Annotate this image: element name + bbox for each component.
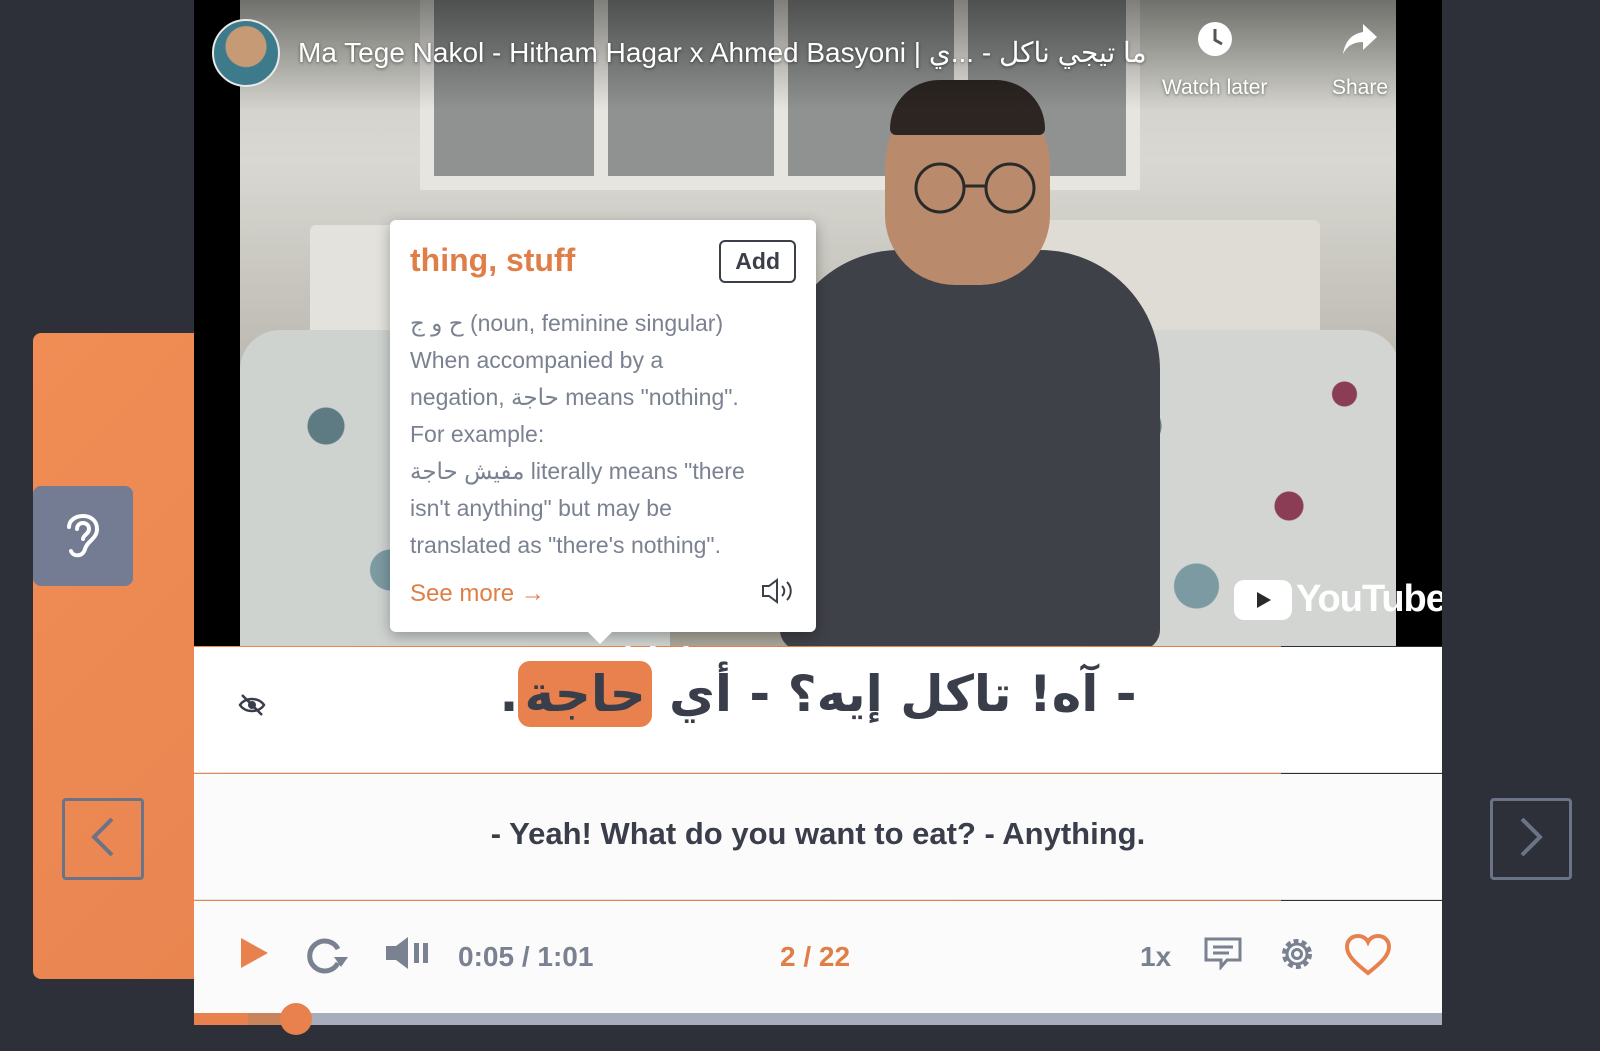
ear-icon: [61, 507, 105, 566]
listening-mode-button[interactable]: [33, 486, 133, 586]
volume-button[interactable]: [384, 935, 430, 975]
chevron-left-icon: [88, 815, 118, 864]
glasses: [914, 162, 1036, 214]
share-arrow-icon: [1341, 20, 1379, 64]
replay-button[interactable]: [304, 935, 348, 979]
see-more-link[interactable]: See more →: [410, 580, 545, 608]
definition-line: ح و ج (noun, feminine singular): [410, 310, 724, 336]
next-line-button[interactable]: [1490, 798, 1572, 880]
english-translation: - Yeah! What do you want to eat? - Anyth…: [490, 816, 1146, 851]
watch-later-label: Watch later: [1162, 76, 1268, 99]
definition-line: isn't anything" but may be: [410, 495, 672, 521]
video-player[interactable]: Ma Tege Nakol - Hitham Hagar x Ahmed Bas…: [194, 0, 1442, 646]
person: [780, 250, 1160, 646]
heart-icon: [1344, 933, 1392, 981]
arabic-subtitle: - آه! تاكل إيه؟ - أي حاجة.: [194, 661, 1442, 727]
watch-later-button[interactable]: Watch later: [1162, 20, 1267, 100]
arabic-subtitle-text[interactable]: - آه! تاكل إيه؟ - أي: [652, 665, 1136, 723]
progress-bar[interactable]: [194, 1003, 1442, 1035]
definition-line: مفيش حاجة literally means "there: [410, 458, 745, 484]
word-definition-popup: thing, stuff Add ح و ج (noun, feminine s…: [390, 220, 816, 644]
player-controls: 0:05 / 1:01 2 / 22 1x: [194, 901, 1442, 1013]
channel-avatar[interactable]: [212, 19, 280, 87]
time-display: 0:05 / 1:01: [458, 941, 594, 972]
youtube-play-icon: [1234, 579, 1292, 620]
add-word-button[interactable]: Add: [719, 240, 796, 283]
chevron-right-icon: [1516, 815, 1546, 864]
definition-line: translated as "there's nothing".: [410, 532, 721, 558]
definition-line: For example:: [410, 421, 545, 447]
subtitles-button[interactable]: [1202, 935, 1244, 975]
definition-line: When accompanied by a: [410, 347, 664, 373]
subtitles-icon: [1203, 936, 1243, 975]
definition-line: negation, حاجة means "nothing".: [410, 384, 739, 410]
progress-handle[interactable]: [280, 1003, 313, 1035]
share-label: Share: [1332, 76, 1389, 99]
video-title[interactable]: Ma Tege Nakol - Hitham Hagar x Ahmed Bas…: [298, 36, 1147, 69]
youtube-logo[interactable]: YouTube: [1234, 578, 1442, 621]
english-translation-panel: - Yeah! What do you want to eat? - Anyth…: [194, 774, 1442, 900]
arabic-subtitle-punctuation: .: [499, 665, 519, 723]
play-button[interactable]: [234, 935, 274, 975]
highlighted-word[interactable]: حاجة: [518, 661, 652, 727]
playback-speed-button[interactable]: 1x: [1140, 941, 1171, 973]
arabic-subtitle-panel: - آه! تاكل إيه؟ - أي حاجة.: [194, 647, 1442, 773]
previous-line-button[interactable]: [62, 798, 144, 880]
volume-icon: [384, 935, 430, 976]
speaker-icon[interactable]: [760, 577, 796, 610]
play-icon: [238, 936, 270, 975]
progress-fill: [194, 1013, 248, 1025]
favorite-button[interactable]: [1344, 933, 1392, 981]
replay-icon: [304, 935, 348, 980]
youtube-logo-text: YouTube: [1296, 578, 1442, 620]
clock-icon: [1196, 20, 1234, 64]
gear-icon: [1277, 934, 1317, 979]
share-button[interactable]: Share: [1332, 20, 1388, 100]
settings-button[interactable]: [1276, 935, 1318, 977]
line-counter: 2 / 22: [780, 941, 851, 972]
definition-body: ح و ج (noun, feminine singular) When acc…: [410, 305, 796, 564]
